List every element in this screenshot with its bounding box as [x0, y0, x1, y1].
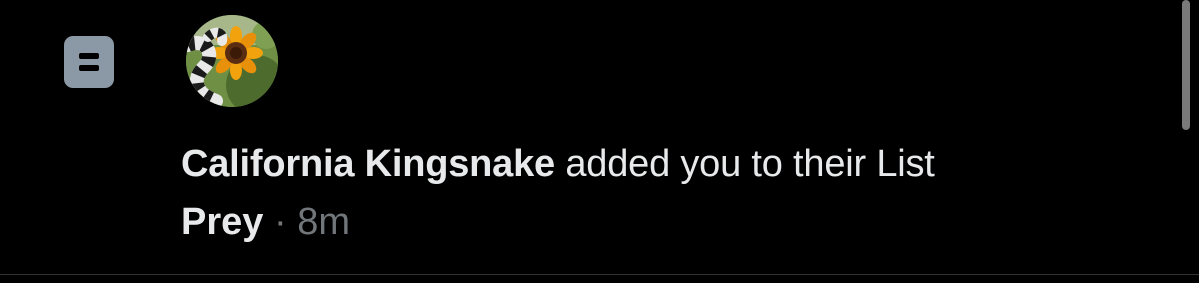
separator-dot: ·: [263, 201, 298, 243]
divider: [0, 274, 1199, 275]
user-name-link[interactable]: California Kingsnake: [181, 143, 555, 185]
list-notification[interactable]: California Kingsnake added you to their …: [0, 0, 1199, 274]
action-text: added you to their List: [554, 143, 935, 185]
snake-sunflower-avatar: [186, 15, 278, 107]
notification-message: California Kingsnake added you to their …: [181, 136, 935, 192]
list-icon: [64, 36, 114, 88]
avatar[interactable]: [186, 15, 278, 107]
timestamp: 8m: [297, 201, 350, 243]
list-name-link[interactable]: Prey: [181, 201, 263, 243]
scrollbar-thumb[interactable]: [1182, 0, 1190, 130]
list-info: Prey · 8m: [181, 194, 350, 250]
